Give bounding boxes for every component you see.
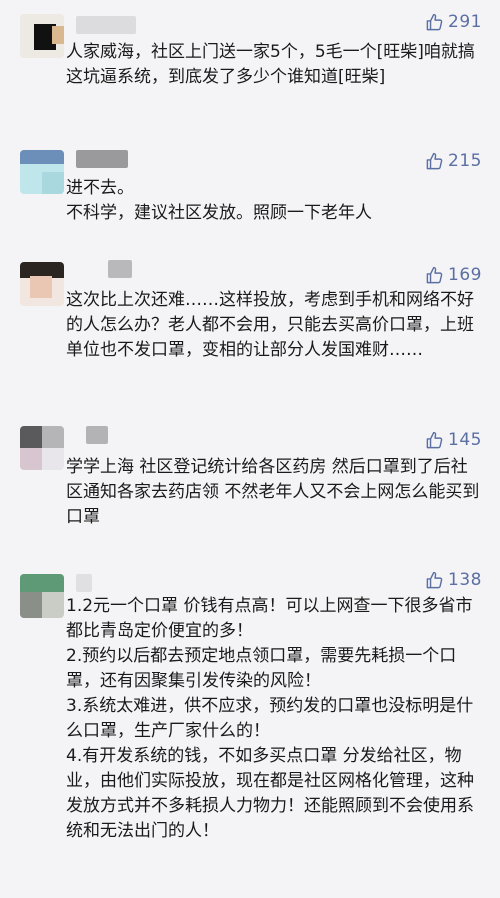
like-button[interactable]: 169 [425, 265, 482, 285]
like-button[interactable]: 291 [425, 12, 482, 32]
like-count: 291 [448, 12, 482, 32]
like-count: 215 [448, 151, 482, 171]
username-redacted[interactable] [76, 574, 92, 592]
comment-text: 学学上海 社区登记统计给各区药房 然后口罩到了后社区通知各家去药店领 不然老年人… [66, 457, 480, 527]
thumbs-up-icon [426, 152, 443, 169]
thumbs-up-icon [426, 431, 443, 448]
like-count: 138 [448, 570, 482, 590]
like-button[interactable]: 215 [425, 151, 482, 171]
avatar[interactable] [20, 14, 64, 58]
comment-text: 1.2元一个口罩 价钱有点高！可以上网查一下很多省市都比青岛定价便宜的多！ 2.… [66, 596, 474, 841]
username-redacted[interactable] [76, 16, 136, 34]
like-count: 169 [448, 265, 482, 285]
username-redacted[interactable] [76, 150, 128, 168]
thumbs-up-icon [426, 266, 443, 283]
avatar[interactable] [20, 426, 64, 470]
avatar[interactable] [20, 574, 64, 618]
avatar[interactable] [20, 262, 64, 306]
like-count: 145 [448, 430, 482, 450]
like-button[interactable]: 145 [425, 430, 482, 450]
username-redacted[interactable] [108, 260, 132, 278]
comment-text: 这次比上次还难……这样投放，考虑到手机和网络不好的人怎么办？老人都不会用，只能去… [66, 290, 474, 360]
thumbs-up-icon [426, 571, 443, 588]
username-redacted[interactable] [86, 426, 108, 444]
comment-text: 进不去。 不科学，建议社区发放。照顾一下老年人 [66, 178, 372, 223]
like-button[interactable]: 138 [425, 570, 482, 590]
comment-text: 人家威海，社区上门送一家5个，5毛一个[旺柴]咱就搞这坑逼系统，到底发了多少个谁… [66, 42, 475, 87]
avatar[interactable] [20, 150, 64, 194]
thumbs-up-icon [426, 13, 443, 30]
